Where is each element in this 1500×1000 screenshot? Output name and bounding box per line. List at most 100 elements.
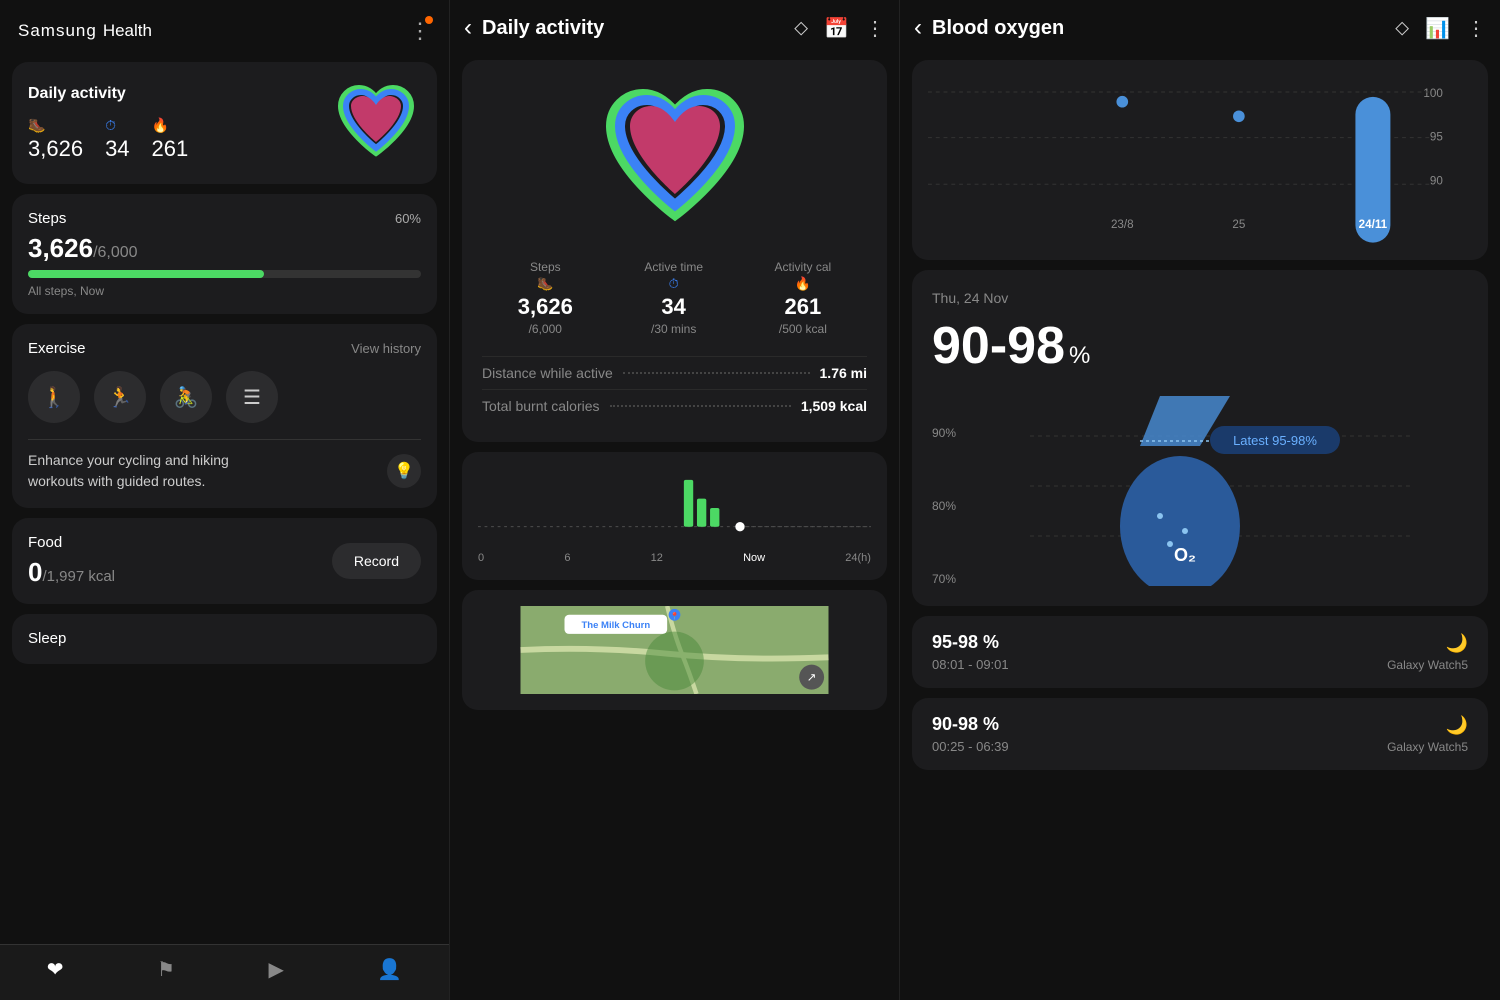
samsung-brand-text: Samsung <box>18 21 97 41</box>
chart-label-24: 24(h) <box>845 552 871 564</box>
panel3-share-icon[interactable]: ⬦ <box>1395 17 1409 40</box>
menu-icon[interactable]: ⋮ <box>865 16 885 41</box>
steps-header: Steps 60% <box>28 210 421 227</box>
o2-y-70: 70% <box>932 572 956 586</box>
svg-text:100: 100 <box>1423 87 1443 100</box>
steps-card[interactable]: Steps 60% 3,626/6,000 All steps, Now <box>12 194 437 314</box>
record-button[interactable]: Record <box>332 543 421 579</box>
steps-value-row: 3,626/6,000 <box>28 233 421 264</box>
exercise-type-icons: 🚶 🏃 🚴 ☰ <box>28 371 421 423</box>
nav-home[interactable]: ❤ <box>47 957 64 982</box>
cycle-button[interactable]: 🚴 <box>160 371 212 423</box>
stat-calories: Activity cal 🔥 261 /500 kcal <box>775 260 832 336</box>
panel3-menu-icon[interactable]: ⋮ <box>1466 16 1486 41</box>
calendar-icon[interactable]: 📅 <box>824 16 849 41</box>
panel3-title: Blood oxygen <box>932 17 1064 40</box>
daily-activity-stats: 🥾 3,626 ⏱ 34 🔥 261 <box>28 117 188 162</box>
o2-range-number: 90-98 <box>932 316 1065 376</box>
steps-icon: 🥾 <box>28 117 45 134</box>
cal-stat-label: Activity cal <box>775 260 832 274</box>
run-button[interactable]: 🏃 <box>94 371 146 423</box>
reading-1-card: 95-98 % 08:01 - 09:01 🌙 Galaxy Watch5 <box>912 616 1488 688</box>
svg-text:Latest 95-98%: Latest 95-98% <box>1233 433 1317 448</box>
daily-activity-card[interactable]: Daily activity 🥾 3,626 ⏱ 34 🔥 261 <box>12 62 437 184</box>
da-calories-stat: 🔥 261 <box>152 117 189 162</box>
map-card[interactable]: The Milk Churn 📍 ↗ <box>462 590 887 710</box>
list-button[interactable]: ☰ <box>226 371 278 423</box>
calories-dots <box>610 405 791 407</box>
exercise-promo-text: Enhance your cycling and hikingworkouts … <box>28 450 229 492</box>
food-goal: /1,997 kcal <box>42 568 115 585</box>
panel2-back-button[interactable]: ‹ <box>464 14 472 42</box>
steps-stat-value: 3,626 <box>518 294 573 320</box>
walk-button[interactable]: 🚶 <box>28 371 80 423</box>
nav-flag[interactable]: ⚑ <box>157 957 175 982</box>
steps-subtitle: All steps, Now <box>28 284 421 298</box>
cal-stat-goal: /500 kcal <box>779 322 827 336</box>
active-stat-value: 34 <box>661 294 685 320</box>
panel3-content: 100 95 90 23/8 25 24/11 Thu, 24 Nov <box>900 52 1500 1000</box>
nav-person[interactable]: 👤 <box>377 957 402 982</box>
activity-detail-card: Steps 🥾 3,626 /6,000 Active time ⏱ 34 /3… <box>462 60 887 442</box>
svg-text:23/8: 23/8 <box>1111 218 1134 231</box>
daily-activity-title: Daily activity <box>28 85 188 103</box>
sleep-title: Sleep <box>28 630 66 647</box>
da-steps-value: 3,626 <box>28 136 83 162</box>
steps-stat-goal: /6,000 <box>529 322 562 336</box>
panel1-menu-button[interactable]: ⋮ <box>409 18 431 44</box>
reading-2-time: 00:25 - 06:39 <box>932 739 1009 754</box>
steps-goal: /6,000 <box>93 244 137 261</box>
blood-oxygen-reading-card: Thu, 24 Nov 90-98 % 90% 80% 70% <box>912 270 1488 606</box>
svg-text:📍: 📍 <box>670 611 679 620</box>
moon-icon-2: 🌙 <box>1446 715 1468 736</box>
active-icon: ⏱ <box>105 117 116 134</box>
calories-value: 1,509 kcal <box>801 398 867 414</box>
food-value-row: 0/1,997 kcal <box>28 557 115 588</box>
svg-text:The Milk Churn: The Milk Churn <box>581 620 650 631</box>
distance-value: 1.76 mi <box>820 365 867 381</box>
svg-text:95: 95 <box>1430 131 1443 144</box>
reading-2-card: 90-98 % 00:25 - 06:39 🌙 Galaxy Watch5 <box>912 698 1488 770</box>
active-stat-label: Active time <box>644 260 703 274</box>
reading-1-left: 95-98 % 08:01 - 09:01 <box>932 632 1009 672</box>
big-heart-rings <box>595 80 755 240</box>
activity-stats-row: Steps 🥾 3,626 /6,000 Active time ⏱ 34 /3… <box>482 260 867 336</box>
share-icon[interactable]: ⬦ <box>794 17 808 40</box>
reading-1-device: Galaxy Watch5 <box>1387 658 1468 672</box>
cal-stat-value: 261 <box>785 294 822 320</box>
panel2-content: Steps 🥾 3,626 /6,000 Active time ⏱ 34 /3… <box>450 52 899 1000</box>
svg-text:25: 25 <box>1232 218 1245 231</box>
food-title: Food <box>28 534 115 551</box>
chart-label-6: 6 <box>564 552 570 564</box>
chart-label-12: 12 <box>651 552 663 564</box>
lightbulb-button[interactable]: 💡 <box>387 454 421 488</box>
steps-value: 3,626 <box>28 233 93 263</box>
calories-icon: 🔥 <box>152 117 169 134</box>
da-calories-value: 261 <box>152 136 189 162</box>
panel3-back-button[interactable]: ‹ <box>914 14 922 42</box>
chart-x-labels: 0 6 12 Now 24(h) <box>478 552 871 564</box>
sleep-card[interactable]: Sleep <box>12 614 437 664</box>
da-active-stat: ⏱ 34 <box>105 117 129 162</box>
panel3-header: ‹ Blood oxygen ⬦ 📊 ⋮ <box>900 0 1500 52</box>
reading-1-time: 08:01 - 09:01 <box>932 657 1009 672</box>
panel2-header-actions: ⬦ 📅 ⋮ <box>794 16 885 41</box>
health-brand-text: Health <box>103 21 152 41</box>
view-history-link[interactable]: View history <box>351 341 421 356</box>
panel3-bars-icon[interactable]: 📊 <box>1425 16 1450 41</box>
exercise-title: Exercise <box>28 340 86 357</box>
panel-blood-oxygen: ‹ Blood oxygen ⬦ 📊 ⋮ 100 95 90 <box>900 0 1500 1000</box>
o2-y-80: 80% <box>932 499 956 513</box>
food-left: Food 0/1,997 kcal <box>28 534 115 588</box>
calories-row: Total burnt calories 1,509 kcal <box>482 389 867 422</box>
reading-2-device: Galaxy Watch5 <box>1387 740 1468 754</box>
steps-progress-bg <box>28 270 421 278</box>
food-value: 0 <box>28 557 42 587</box>
exercise-promo: Enhance your cycling and hikingworkouts … <box>28 450 421 492</box>
chart-label-0: 0 <box>478 552 484 564</box>
svg-text:24/11: 24/11 <box>1359 218 1388 231</box>
da-steps-stat: 🥾 3,626 <box>28 117 83 162</box>
food-card: Food 0/1,997 kcal Record <box>12 518 437 604</box>
nav-play[interactable]: ▶ <box>268 957 283 982</box>
exercise-card: Exercise View history 🚶 🏃 🚴 ☰ Enhance yo… <box>12 324 437 508</box>
